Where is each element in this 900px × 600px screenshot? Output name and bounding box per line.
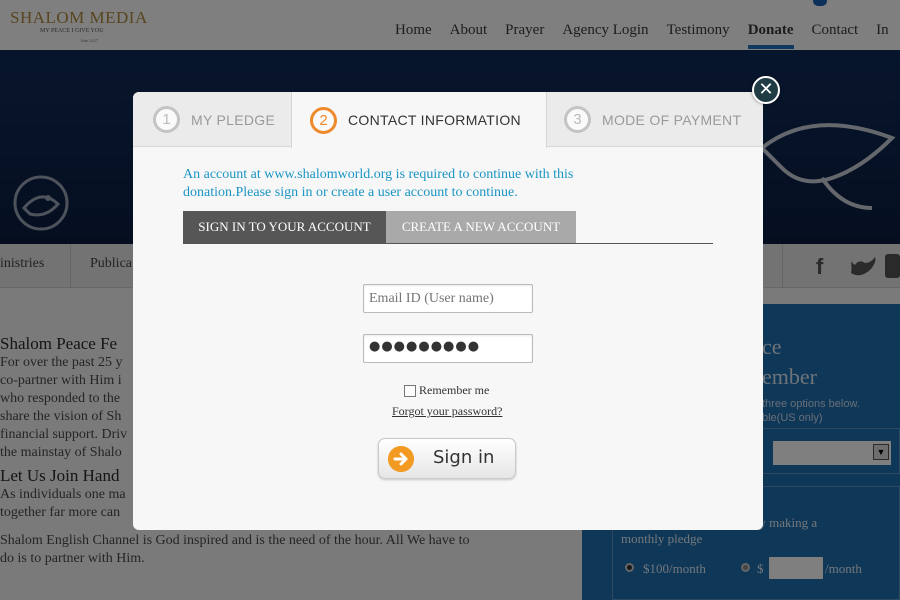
step-my-pledge[interactable]: 1 MY PLEDGE xyxy=(153,92,275,147)
step-label: MODE OF PAYMENT xyxy=(602,111,742,128)
donation-modal: 1 MY PLEDGE 2 CONTACT INFORMATION 3 MODE… xyxy=(133,92,763,530)
step-label: CONTACT INFORMATION xyxy=(348,112,521,128)
sign-in-label: Sign in xyxy=(433,447,495,468)
account-required-notice: An account at www.shalomworld.org is req… xyxy=(183,167,574,200)
step-number: 1 xyxy=(153,106,180,133)
remember-label: Remember me xyxy=(419,383,490,397)
step-number: 3 xyxy=(564,106,591,133)
tab-sign-in[interactable]: SIGN IN TO YOUR ACCOUNT xyxy=(183,211,386,243)
step-contact-information[interactable]: 2 CONTACT INFORMATION xyxy=(291,92,547,148)
remember-me[interactable]: Remember me xyxy=(404,383,489,398)
close-icon[interactable]: ✕ xyxy=(752,76,780,104)
arrow-right-icon xyxy=(388,446,414,472)
step-mode-of-payment[interactable]: 3 MODE OF PAYMENT xyxy=(564,92,741,147)
step-label: MY PLEDGE xyxy=(191,111,276,128)
tab-create-account[interactable]: CREATE A NEW ACCOUNT xyxy=(386,211,576,243)
step-number: 2 xyxy=(310,106,337,134)
email-field[interactable] xyxy=(363,284,533,313)
sign-in-button[interactable]: Sign in xyxy=(378,438,516,479)
step-tabs: 1 MY PLEDGE 2 CONTACT INFORMATION 3 MODE… xyxy=(133,92,763,148)
password-field[interactable]: ●●●●●●●●● xyxy=(363,334,533,363)
account-tabs: SIGN IN TO YOUR ACCOUNT CREATE A NEW ACC… xyxy=(183,211,713,244)
remember-checkbox[interactable] xyxy=(404,384,416,397)
forgot-password-link[interactable]: Forgot your password? xyxy=(392,404,502,419)
